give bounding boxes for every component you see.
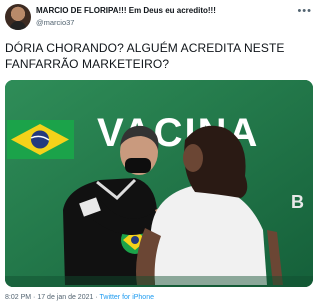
- more-options-icon[interactable]: •••: [297, 5, 312, 17]
- tweet-photo[interactable]: VACINA B: [5, 80, 313, 287]
- author-avatar[interactable]: [5, 4, 31, 30]
- photo-scene: VACINA B: [5, 80, 313, 287]
- meta-separator: ·: [33, 294, 36, 301]
- banner-partial-text: B: [291, 192, 304, 212]
- tweet-time[interactable]: 8:02 PM: [5, 294, 31, 301]
- brazil-flag-icon: [7, 120, 74, 159]
- tweet-date[interactable]: 17 de jan de 2021: [37, 294, 93, 301]
- tweet-text: DÓRIA CHORANDO? ALGUÉM ACREDITA NESTE FA…: [5, 41, 285, 71]
- tweet-client-link[interactable]: Twitter for iPhone: [100, 294, 154, 301]
- author-handle[interactable]: @marcio37: [36, 18, 74, 27]
- meta-separator: ·: [95, 294, 98, 301]
- author-name[interactable]: MARCIO DE FLORIPA!!! Em Deus eu acredito…: [36, 6, 216, 15]
- tweet-meta: 8:02 PM · 17 de jan de 2021 · Twitter fo…: [5, 294, 154, 301]
